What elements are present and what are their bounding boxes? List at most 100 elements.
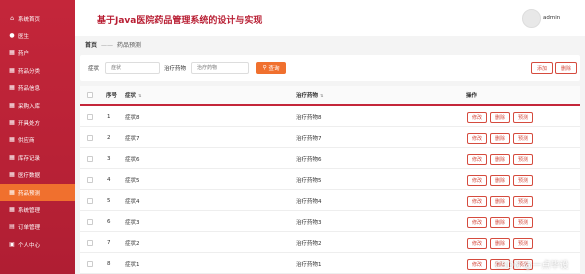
edit-button[interactable]: 修改 xyxy=(467,217,487,228)
delete-selected-button[interactable]: 删除 xyxy=(555,62,577,74)
row-checkbox-cell xyxy=(87,171,93,189)
delete-button[interactable]: 删除 xyxy=(490,133,510,144)
sidebar-item-label: 药品预测 xyxy=(18,190,41,197)
sidebar-item-label: 药品分类 xyxy=(18,68,41,75)
edit-button[interactable]: 修改 xyxy=(467,196,487,207)
filter-bar: 症状 治疗药物 ⚲查询 添加 删除 xyxy=(80,55,580,81)
row-checkbox[interactable] xyxy=(87,219,93,225)
breadcrumb-current: 药品预测 xyxy=(117,42,142,49)
row-checkbox[interactable] xyxy=(87,114,93,120)
grid-icon: ▦ xyxy=(9,101,15,109)
row-no: 7 xyxy=(107,240,111,246)
predict-button[interactable]: 预测 xyxy=(513,238,533,249)
row-symptom: 症状4 xyxy=(125,199,140,205)
sort-icon: ⇅ xyxy=(320,92,324,98)
sidebar-item-label: 药户 xyxy=(18,51,30,58)
sidebar-item[interactable]: ▦ 药品分类 xyxy=(0,62,75,79)
drug-input[interactable] xyxy=(191,62,249,74)
row-checkbox[interactable] xyxy=(87,177,93,183)
row-checkbox-cell xyxy=(87,255,93,273)
edit-button[interactable]: 修改 xyxy=(467,112,487,123)
breadcrumb: 首页 —— 药品预测 xyxy=(85,40,141,49)
sidebar-item[interactable]: ▦ 系统管理 xyxy=(0,201,75,218)
header-drug[interactable]: 治疗药物 ⇅ xyxy=(296,86,323,104)
sidebar-item-label: 供应商 xyxy=(18,138,35,145)
header-symptom[interactable]: 症状 ⇅ xyxy=(125,86,141,104)
delete-button[interactable]: 删除 xyxy=(490,196,510,207)
add-button[interactable]: 添加 xyxy=(531,62,553,74)
sidebar-item[interactable]: ● 医生 xyxy=(0,27,75,44)
breadcrumb-home[interactable]: 首页 xyxy=(85,42,97,49)
edit-button[interactable]: 修改 xyxy=(467,238,487,249)
sidebar-item[interactable]: ▣ 个人中心 xyxy=(0,236,75,253)
sidebar-item[interactable]: ▦ 供应商 xyxy=(0,132,75,149)
row-no: 6 xyxy=(107,219,111,225)
sidebar-item-label: 库存记录 xyxy=(18,155,41,162)
row-drug: 治疗药物4 xyxy=(296,199,322,205)
row-no: 3 xyxy=(107,156,111,162)
delete-button[interactable]: 删除 xyxy=(490,112,510,123)
watermark: CSDN @一点毕设 xyxy=(495,261,569,271)
row-symptom: 症状5 xyxy=(125,178,140,184)
search-button[interactable]: ⚲ 查询 xyxy=(256,62,286,74)
sidebar-item[interactable]: ▦ 药户 xyxy=(0,45,75,62)
row-checkbox[interactable] xyxy=(87,240,93,246)
row-symptom: 症状1 xyxy=(125,262,140,268)
edit-button[interactable]: 修改 xyxy=(467,154,487,165)
sidebar-item-label: 系统首页 xyxy=(18,16,41,23)
sidebar-item[interactable]: ▦ 开具处方 xyxy=(0,114,75,131)
grid-icon: ▦ xyxy=(9,171,15,179)
row-checkbox[interactable] xyxy=(87,198,93,204)
row-symptom: 症状7 xyxy=(125,136,140,142)
predict-button[interactable]: 预测 xyxy=(513,133,533,144)
edit-button[interactable]: 修改 xyxy=(467,259,487,270)
table-row: 5 症状4 治疗药物4 修改 删除 预测 xyxy=(80,192,580,211)
edit-button[interactable]: 修改 xyxy=(467,133,487,144)
table-header-row: 序号 症状 ⇅ 治疗药物 ⇅ 操作 xyxy=(80,86,580,106)
sidebar-item[interactable]: ⌂ 系统首页 xyxy=(0,10,75,27)
sidebar-item[interactable]: ▦ 采购入库 xyxy=(0,97,75,114)
predict-button[interactable]: 预测 xyxy=(513,112,533,123)
sidebar: ⌂ 系统首页 ● 医生 ▦ 药户 ▦ 药品分类 ▦ 药品信息 ▦ 采购入库 ▦ 开具处方 ▦ 供应商 ▦ 库存记录… xyxy=(0,0,75,274)
sidebar-item[interactable]: ▦ 医疗数据 xyxy=(0,167,75,184)
row-symptom: 症状6 xyxy=(125,157,140,163)
delete-button[interactable]: 删除 xyxy=(490,217,510,228)
grid-icon: ▦ xyxy=(9,84,15,92)
symptom-input[interactable] xyxy=(105,62,160,74)
sidebar-item[interactable]: ▦ 库存记录 xyxy=(0,149,75,166)
sidebar-item[interactable]: ▤ 订单管理 xyxy=(0,219,75,236)
select-all-checkbox[interactable] xyxy=(87,92,93,98)
delete-button[interactable]: 删除 xyxy=(490,238,510,249)
header-no: 序号 xyxy=(106,93,118,99)
predict-button[interactable]: 预测 xyxy=(513,196,533,207)
row-checkbox-cell xyxy=(87,234,93,252)
row-drug: 治疗药物3 xyxy=(296,220,322,226)
delete-button[interactable]: 删除 xyxy=(490,154,510,165)
sidebar-item[interactable]: ▦ 药品预测 xyxy=(0,184,75,202)
username[interactable]: admin xyxy=(543,15,560,21)
row-no: 4 xyxy=(107,177,111,183)
edit-button[interactable]: 修改 xyxy=(467,175,487,186)
header-action: 操作 xyxy=(466,93,478,99)
row-no: 5 xyxy=(107,198,111,204)
row-checkbox[interactable] xyxy=(87,261,93,267)
sidebar-item[interactable]: ▦ 药品信息 xyxy=(0,80,75,97)
row-checkbox-cell xyxy=(87,150,93,168)
row-no: 2 xyxy=(107,135,111,141)
search-icon: ⚲ xyxy=(262,65,267,71)
row-checkbox[interactable] xyxy=(87,135,93,141)
breadcrumb-separator: —— xyxy=(101,42,114,49)
row-no: 8 xyxy=(107,261,111,267)
row-checkbox[interactable] xyxy=(87,156,93,162)
row-drug: 治疗药物7 xyxy=(296,136,322,142)
grid-icon: ▦ xyxy=(9,188,15,196)
predict-button[interactable]: 预测 xyxy=(513,154,533,165)
top-header: 基于Java医院药品管理系统的设计与实现 admin xyxy=(75,0,585,36)
table-row: 1 症状8 治疗药物8 修改 删除 预测 xyxy=(80,108,580,127)
row-drug: 治疗药物1 xyxy=(296,262,322,268)
avatar[interactable] xyxy=(522,9,541,28)
predict-button[interactable]: 预测 xyxy=(513,175,533,186)
sort-icon: ⇅ xyxy=(138,92,142,98)
predict-button[interactable]: 预测 xyxy=(513,217,533,228)
delete-button[interactable]: 删除 xyxy=(490,175,510,186)
